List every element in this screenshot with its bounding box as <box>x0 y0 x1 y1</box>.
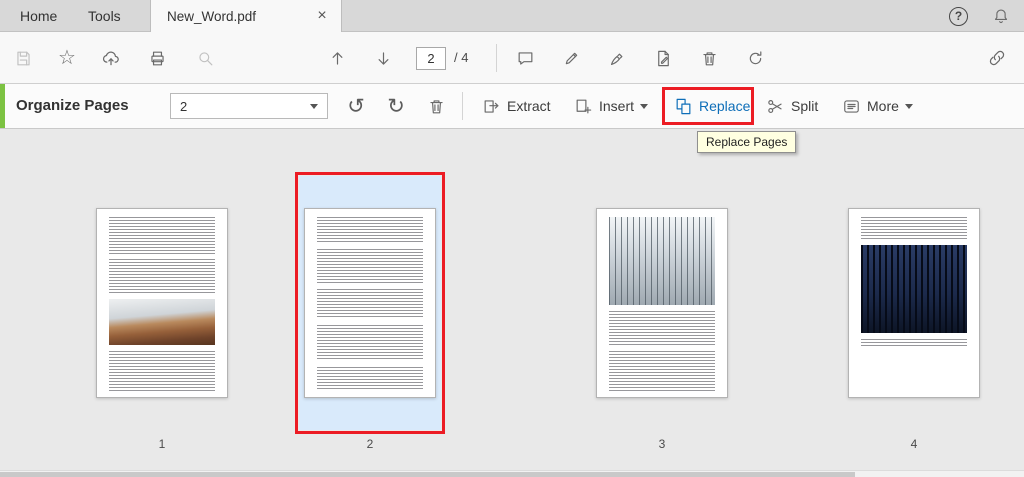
more-options-icon <box>844 99 859 113</box>
page-label-4: 4 <box>910 437 918 451</box>
print-button[interactable] <box>140 41 174 75</box>
split-button[interactable]: Split <box>766 84 818 128</box>
highlight-button[interactable] <box>554 41 588 75</box>
sign-button[interactable] <box>600 41 634 75</box>
replace-button[interactable]: Replace <box>674 84 750 128</box>
save-button[interactable] <box>6 41 40 75</box>
rotate-left-button[interactable]: ↺ <box>340 91 372 121</box>
text-lines <box>609 351 715 391</box>
printer-icon <box>150 51 164 65</box>
chevron-down-icon <box>640 103 649 109</box>
horizontal-scrollbar[interactable] <box>0 470 1024 477</box>
page-number-input[interactable]: 2 <box>416 47 446 70</box>
save-icon <box>16 51 30 65</box>
thumbnail-grid: 1 2 3 4 <box>0 129 1024 477</box>
fill-sign-button[interactable] <box>646 41 680 75</box>
page-thumbnail-4[interactable] <box>848 208 980 398</box>
more-label: More <box>867 98 899 114</box>
search-icon <box>198 51 212 65</box>
extract-label: Extract <box>507 98 551 114</box>
rotate-right-icon: ↻ <box>387 94 405 118</box>
toolbar-divider <box>462 92 463 120</box>
replace-label: Replace <box>699 98 751 114</box>
text-lines <box>609 311 715 345</box>
text-lines <box>317 289 423 319</box>
pen-nib-icon <box>610 53 622 65</box>
document-tab[interactable]: New_Word.pdf × <box>150 0 342 32</box>
text-lines <box>317 217 423 243</box>
comment-button[interactable] <box>508 41 542 75</box>
text-lines <box>109 351 215 391</box>
text-lines <box>861 339 967 347</box>
replace-pages-icon <box>676 98 691 114</box>
insert-page-icon <box>576 99 592 113</box>
tool-accent-bar <box>0 84 5 128</box>
next-page-button[interactable] <box>366 41 400 75</box>
rotate-right-button[interactable]: ↻ <box>380 91 412 121</box>
link-icon <box>989 50 1005 66</box>
text-lines <box>317 367 423 391</box>
dark-forest-photo <box>861 245 967 333</box>
page-thumbnail-3[interactable] <box>596 208 728 398</box>
refresh-icon <box>749 50 761 64</box>
insert-button[interactable]: Insert <box>574 84 649 128</box>
split-label: Split <box>791 98 819 114</box>
trash-icon <box>429 99 443 113</box>
delete-pages-button[interactable] <box>420 91 452 121</box>
page-label-2: 2 <box>366 437 374 451</box>
share-upload-button[interactable] <box>94 41 128 75</box>
star-button[interactable]: ☆ <box>50 41 84 75</box>
insert-label: Insert <box>599 98 635 114</box>
tab-home[interactable]: Home <box>12 0 65 32</box>
rotate-left-icon: ↺ <box>347 94 365 118</box>
quick-tools-toolbar: ☆ 2 / 4 <box>0 32 1024 84</box>
refresh-button[interactable] <box>738 41 772 75</box>
share-link-button[interactable] <box>980 41 1014 75</box>
app-tab-bar: Home Tools New_Word.pdf × ? <box>0 0 1024 32</box>
delete-page-button[interactable] <box>692 41 726 75</box>
text-lines <box>861 217 967 239</box>
text-lines <box>109 259 215 293</box>
acrobat-window: Home Tools New_Word.pdf × ? ☆ 2 / 4 Orga… <box>0 0 1024 477</box>
cloud-upload-icon <box>102 51 119 66</box>
chevron-down-icon <box>904 103 913 109</box>
snow-forest-photo <box>609 217 715 305</box>
page-range-select[interactable]: 2 <box>170 93 328 119</box>
document-tab-label: New_Word.pdf <box>167 8 257 24</box>
page-count-label: / 4 <box>454 50 469 65</box>
page-label-1: 1 <box>158 437 166 451</box>
scissors-icon <box>768 99 782 113</box>
previous-page-button[interactable] <box>320 41 354 75</box>
more-button[interactable]: More <box>842 84 913 128</box>
mountain-photo <box>109 299 215 345</box>
tab-tools[interactable]: Tools <box>80 0 129 32</box>
chevron-down-icon <box>310 103 318 109</box>
text-lines <box>317 325 423 361</box>
organize-pages-toolbar: Organize Pages 2 ↺ ↻ Extract Insert Repl… <box>0 84 1024 129</box>
page-range-value: 2 <box>180 98 188 114</box>
pencil-icon <box>565 52 577 64</box>
text-lines <box>317 249 423 283</box>
tool-title: Organize Pages <box>16 97 129 114</box>
toolbar-divider <box>496 44 497 72</box>
trash-icon <box>702 51 716 65</box>
text-lines <box>109 217 215 255</box>
comment-bubble-icon <box>518 51 532 65</box>
scrollbar-thumb[interactable] <box>0 472 855 477</box>
tabbar-right-actions: ? <box>949 0 1010 32</box>
extract-button[interactable]: Extract <box>482 84 551 128</box>
extract-page-icon <box>484 99 499 113</box>
document-pen-icon <box>657 50 669 66</box>
close-icon[interactable]: × <box>313 7 331 25</box>
arrow-up-icon <box>332 51 342 65</box>
page-thumbnail-2[interactable] <box>304 208 436 398</box>
page-thumbnail-1[interactable] <box>96 208 228 398</box>
arrow-down-icon <box>378 51 388 65</box>
search-button[interactable] <box>188 41 222 75</box>
help-icon[interactable]: ? <box>949 6 968 26</box>
page-label-3: 3 <box>658 437 666 451</box>
bell-icon[interactable] <box>992 7 1010 25</box>
star-icon: ☆ <box>58 47 76 69</box>
